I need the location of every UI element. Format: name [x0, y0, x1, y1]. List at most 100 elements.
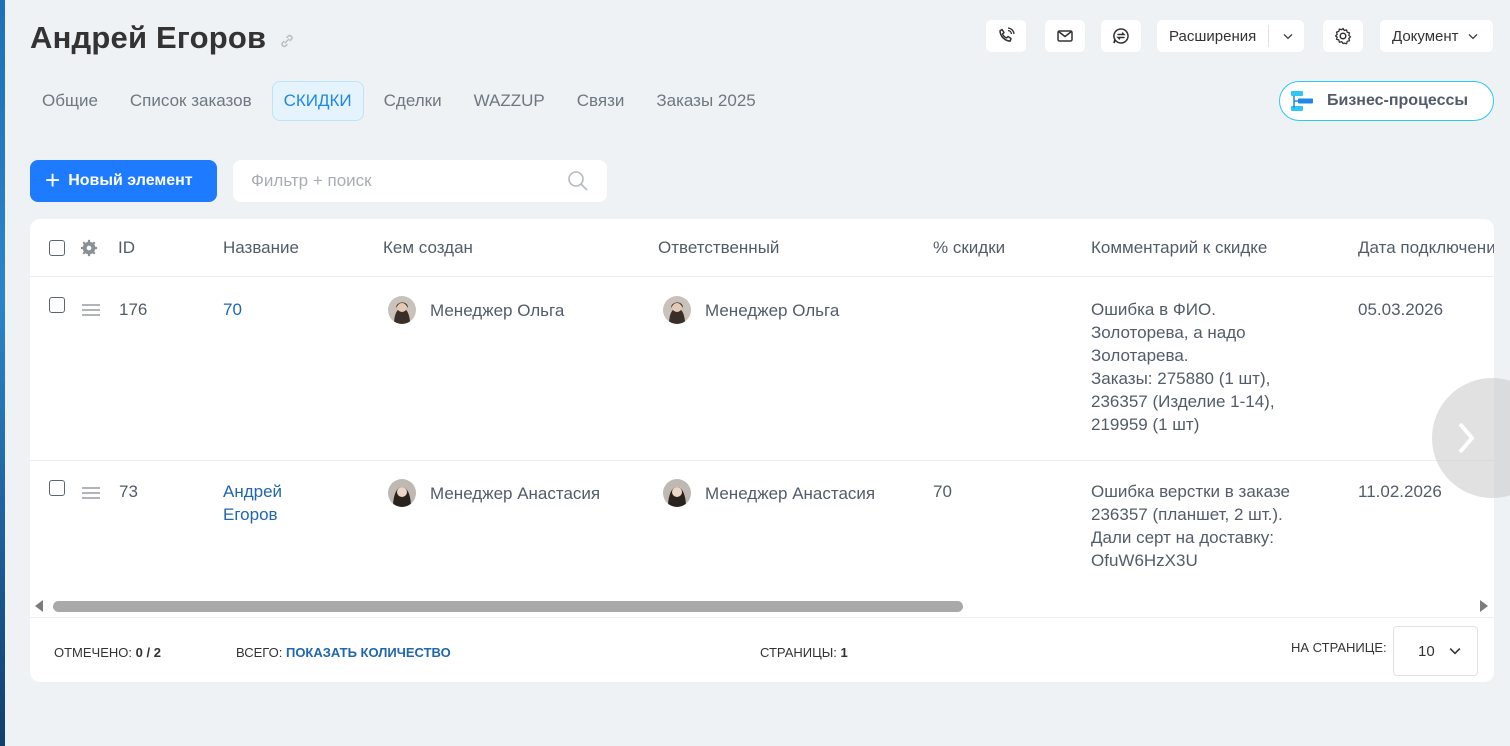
- column-settings-cell: [80, 219, 98, 277]
- table-row[interactable]: 176 70 Менеджер Ольга Менеджер Ольга Оши…: [30, 278, 1494, 461]
- pages-label: СТРАНИЦЫ:: [760, 645, 837, 660]
- phone-icon: [999, 27, 1015, 42]
- drag-handle-icon[interactable]: [82, 303, 100, 317]
- document-label: Документ: [1392, 27, 1459, 45]
- cell-discount: 70: [933, 482, 952, 501]
- comment-line: Заказы: 275880 (1 шт),: [1091, 369, 1271, 388]
- discounts-grid: ID Название Кем создан Ответственный % с…: [30, 219, 1494, 682]
- name-line: Егоров: [223, 505, 278, 524]
- pages-info: СТРАНИЦЫ: 1: [760, 645, 848, 660]
- pages-value: 1: [840, 645, 848, 660]
- comment-line: Золотарева.: [1091, 346, 1189, 365]
- column-header-created-by[interactable]: Кем создан: [383, 219, 473, 277]
- new-element-button[interactable]: + Новый элемент: [30, 160, 217, 202]
- comment-line: 219959 (1 шт): [1091, 415, 1200, 434]
- column-header-responsible[interactable]: Ответственный: [658, 219, 779, 277]
- plus-icon: +: [45, 164, 61, 195]
- tab-relations[interactable]: Связи: [565, 81, 637, 121]
- column-header-name[interactable]: Название: [223, 219, 299, 277]
- avatar[interactable]: [663, 296, 691, 324]
- mail-icon: [1057, 30, 1073, 42]
- call-button[interactable]: [985, 19, 1027, 53]
- avatar[interactable]: [388, 296, 416, 324]
- grid-header: ID Название Кем создан Ответственный % с…: [30, 219, 1494, 277]
- gear-icon: [1334, 27, 1352, 45]
- column-header-comment[interactable]: Комментарий к скидке: [1091, 219, 1267, 277]
- comment-line: 236357 (Изделие 1-14),: [1091, 392, 1275, 411]
- person-name[interactable]: Менеджер Ольга: [705, 299, 839, 322]
- business-processes-label: Бизнес-процессы: [1327, 92, 1469, 109]
- person-name[interactable]: Менеджер Анастасия: [430, 482, 600, 505]
- drag-handle-cell: [82, 300, 100, 323]
- comment-line: 236357 (планшет, 2 шт.).: [1091, 505, 1283, 524]
- tab-general[interactable]: Общие: [30, 81, 110, 121]
- comment-line: Ошибка верстки в заказе: [1091, 482, 1290, 501]
- avatar[interactable]: [663, 479, 691, 507]
- show-count-link[interactable]: ПОКАЗАТЬ КОЛИЧЕСТВО: [286, 645, 451, 660]
- grid-footer: ОТМЕЧЕНО: 0 / 2 ВСЕГО: ПОКАЗАТЬ КОЛИЧЕСТ…: [30, 617, 1494, 682]
- scroll-right-arrow[interactable]: [1480, 600, 1488, 612]
- cell-date: 05.03.2026: [1358, 300, 1444, 319]
- scroll-left-arrow[interactable]: [35, 600, 43, 612]
- settings-button[interactable]: [1322, 19, 1364, 53]
- search-input[interactable]: [251, 171, 567, 191]
- business-processes-button[interactable]: Бизнес-процессы: [1279, 81, 1494, 121]
- cell-name-link[interactable]: 70: [223, 298, 242, 321]
- person-name[interactable]: Менеджер Ольга: [430, 299, 564, 322]
- email-button[interactable]: [1044, 19, 1086, 53]
- row-checkbox-cell: [49, 297, 65, 313]
- comment-line: Ошибка в ФИО.: [1091, 300, 1216, 319]
- person-name[interactable]: Менеджер Анастасия: [705, 482, 875, 505]
- filter-search[interactable]: [233, 160, 607, 202]
- cell-responsible: Менеджер Ольга: [663, 296, 839, 324]
- page-title: Андрей Егоров: [30, 20, 267, 55]
- cell-created-by: Менеджер Ольга: [388, 296, 564, 324]
- chevron-right-icon: [1458, 422, 1475, 454]
- divider: [1267, 25, 1269, 47]
- tab-orders-2025[interactable]: Заказы 2025: [644, 81, 767, 121]
- selected-value: 0 / 2: [135, 645, 161, 660]
- per-page-label: НА СТРАНИЦЕ:: [1291, 640, 1387, 655]
- chevron-down-icon[interactable]: [1272, 28, 1304, 44]
- new-element-label: Новый элемент: [68, 172, 193, 189]
- per-page-select[interactable]: 10: [1393, 626, 1478, 676]
- row-checkbox[interactable]: [49, 297, 65, 313]
- link-icon[interactable]: [278, 32, 296, 50]
- cell-comment: Ошибка верстки в заказе 236357 (планшет,…: [1091, 480, 1290, 572]
- cell-id: 176: [119, 300, 148, 319]
- tab-orders-list[interactable]: Список заказов: [118, 81, 264, 121]
- tab-deals[interactable]: Сделки: [372, 81, 454, 121]
- document-dropdown[interactable]: Документ: [1379, 19, 1494, 53]
- comment-line: OfuW6HzX3U: [1091, 551, 1198, 570]
- total-label: ВСЕГО:: [236, 645, 283, 660]
- table-row[interactable]: 73 Андрей Егоров Менеджер Анастасия Мене…: [30, 461, 1494, 597]
- gear-icon[interactable]: [80, 239, 98, 257]
- column-header-date[interactable]: Дата подключени: [1358, 219, 1494, 277]
- cell-created-by: Менеджер Анастасия: [388, 479, 600, 507]
- cell-id: 73: [119, 482, 138, 501]
- entity-tabs: Общие Список заказов СКИДКИ Сделки WAZZU…: [30, 81, 776, 121]
- scrollbar-thumb[interactable]: [53, 601, 963, 612]
- cell-date: 11.02.2026: [1358, 482, 1442, 501]
- avatar[interactable]: [388, 479, 416, 507]
- business-process-icon: [1291, 91, 1313, 111]
- row-checkbox-cell: [49, 480, 65, 496]
- selected-count: ОТМЕЧЕНО: 0 / 2: [54, 645, 161, 660]
- per-page-value: 10: [1418, 642, 1435, 660]
- tab-discounts[interactable]: СКИДКИ: [271, 81, 364, 121]
- row-checkbox[interactable]: [49, 480, 65, 496]
- tab-wazzup[interactable]: WAZZUP: [462, 81, 557, 121]
- select-all-checkbox[interactable]: [49, 240, 65, 256]
- chat-button[interactable]: [1100, 19, 1142, 53]
- select-all-checkbox-cell: [49, 219, 65, 277]
- name-line: Андрей: [223, 482, 283, 501]
- chat-sync-icon: [1113, 28, 1129, 44]
- column-header-id[interactable]: ID: [118, 219, 135, 277]
- search-icon[interactable]: [567, 170, 589, 192]
- entity-page: Андрей Егоров Расширения Документ Общие …: [5, 0, 1510, 746]
- extensions-dropdown[interactable]: Расширения: [1156, 19, 1305, 53]
- cell-name-link[interactable]: Андрей Егоров: [223, 480, 282, 526]
- column-header-discount[interactable]: % скидки: [933, 219, 1005, 277]
- total-count: ВСЕГО: ПОКАЗАТЬ КОЛИЧЕСТВО: [236, 645, 451, 660]
- drag-handle-icon[interactable]: [82, 486, 100, 500]
